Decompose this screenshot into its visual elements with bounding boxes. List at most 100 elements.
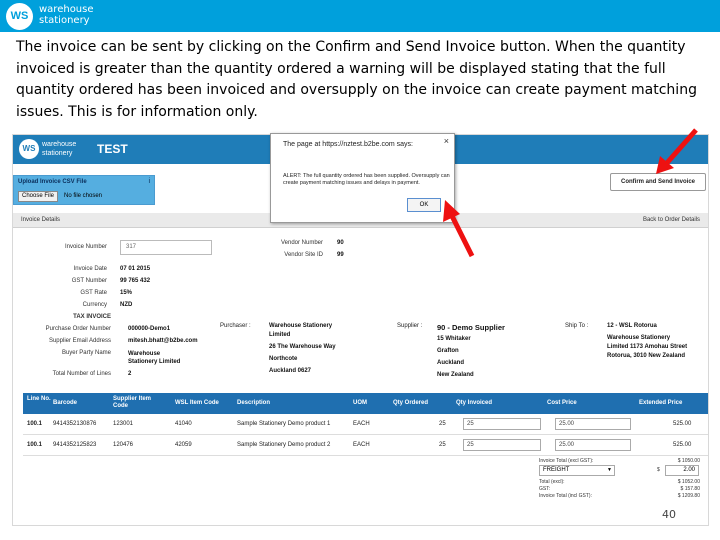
- qty-ordered: 25: [439, 421, 446, 427]
- extended-price: 525.00: [673, 421, 692, 427]
- field-value: 000000-Demo1: [128, 326, 171, 332]
- table-row: 100.1 9414352130876 123001 41040 Sample …: [23, 415, 708, 435]
- brand-name: warehouse stationery: [39, 4, 94, 26]
- description: Sample Stationery Demo product 1: [237, 421, 331, 427]
- total-excl-value: $ 1052.00: [677, 479, 700, 485]
- supplier-line: 15 Whitaker: [437, 336, 471, 342]
- charge-type-value: FREIGHT: [543, 467, 570, 473]
- upload-title: Upload Invoice CSV File: [18, 179, 87, 185]
- brand-line-1: warehouse: [39, 4, 94, 15]
- barcode: 9414352125823: [53, 442, 97, 448]
- line-number: 100.1: [27, 442, 43, 448]
- invoice-number-label: Invoice Number: [64, 244, 107, 250]
- purchaser-line: Auckland 0627: [269, 368, 312, 374]
- column-header: Qty Ordered: [393, 400, 429, 406]
- app-brand: warehouse stationery: [42, 140, 76, 158]
- supplier-item-code: 123001: [113, 421, 134, 427]
- qty-invoiced-input[interactable]: 25: [463, 418, 541, 430]
- field-label: Supplier Email Address: [48, 338, 111, 344]
- field-label: Invoice Date: [73, 266, 107, 272]
- dialog-message: ALERT: The full quantity ordered has bee…: [283, 173, 450, 186]
- field-label: GST Number: [71, 278, 107, 284]
- upload-csv-panel: Upload Invoice CSV File i Choose File No…: [13, 175, 155, 205]
- pointer-arrow-icon: [443, 200, 475, 258]
- info-icon[interactable]: i: [148, 178, 150, 185]
- supplier-line: New Zealand: [437, 372, 474, 378]
- vendor-site-label: Vendor Site ID: [284, 252, 323, 258]
- invoice-total-excl-label: Invoice Total (excl GST):: [539, 458, 594, 464]
- app-brand-line-2: stationery: [42, 150, 73, 157]
- ws-logo-icon: WS: [6, 3, 33, 30]
- environment-label: TEST: [97, 142, 128, 156]
- cost-price-input[interactable]: 25.00: [555, 418, 631, 430]
- wsl-item-code: 42059: [175, 442, 192, 448]
- column-header: UOM: [353, 400, 367, 406]
- choose-file-button[interactable]: Choose File: [18, 191, 59, 202]
- purchaser-line: Limited: [269, 332, 291, 338]
- invoice-total-incl-value: $ 1209.80: [677, 493, 700, 499]
- page-number: 40: [662, 508, 676, 521]
- vendor-number-label: Vendor Number: [280, 240, 323, 246]
- ship-to-name: 12 - WSL Rotorua: [607, 323, 657, 329]
- column-header: Extended Price: [639, 400, 683, 406]
- freight-currency: $: [657, 467, 660, 473]
- vendor-number-value: 90: [337, 240, 344, 246]
- field-value: 99 765 432: [120, 278, 151, 284]
- total-excl-label: Total (excl):: [539, 479, 565, 485]
- supplier-label: Supplier :: [397, 323, 423, 329]
- purchaser-label: Purchaser :: [220, 323, 251, 329]
- field-value: 07 01 2015: [120, 266, 151, 272]
- cost-price-input[interactable]: 25.00: [555, 439, 631, 451]
- slide-header: WS warehouse stationery: [0, 0, 720, 32]
- qty-invoiced-input[interactable]: 25: [463, 439, 541, 451]
- supplier-line: Auckland: [437, 360, 465, 366]
- field-label: Currency: [82, 302, 107, 308]
- dialog-title: The page at https://nztest.b2be.com says…: [283, 141, 413, 148]
- close-icon[interactable]: ×: [444, 136, 449, 146]
- purchaser-line: Northcote: [269, 356, 298, 362]
- table-row: 100.1 9414352125823 120476 42059 Sample …: [23, 436, 708, 456]
- freight-amount-input[interactable]: 2.00: [665, 465, 699, 476]
- back-to-order-details-link[interactable]: Back to Order Details: [643, 217, 700, 223]
- invoice-details-title: Invoice Details: [21, 217, 61, 223]
- alert-dialog: The page at https://nztest.b2be.com says…: [270, 133, 455, 223]
- supplier-line: Grafton: [437, 348, 459, 354]
- uom: EACH: [353, 442, 370, 448]
- supplier-item-code: 120476: [113, 442, 134, 448]
- field-value: 15%: [120, 290, 133, 296]
- invoice-total-excl-value: $ 1050.00: [677, 458, 700, 464]
- field-value: Warehouse Stationery Limited: [128, 351, 181, 365]
- invoice-lines-header: Line No. Barcode Supplier Item Code WSL …: [23, 393, 708, 414]
- qty-ordered: 25: [439, 442, 446, 448]
- line-number: 100.1: [27, 421, 43, 427]
- pointer-arrow-icon: [656, 128, 698, 174]
- app-brand-line-1: warehouse: [42, 141, 77, 148]
- app-logo-icon: WS: [19, 139, 39, 159]
- tax-invoice-heading: TAX INVOICE: [73, 314, 111, 320]
- ship-to-line: Limited 1173 Amohau Street: [607, 344, 688, 350]
- field-label: GST Rate: [80, 290, 107, 296]
- charge-type-select[interactable]: FREIGHT ▼: [539, 465, 615, 476]
- gst-value: $ 157.80: [680, 486, 700, 492]
- gst-label: GST:: [539, 486, 551, 492]
- no-file-label: No file chosen: [64, 193, 103, 199]
- brand-line-2: stationery: [39, 15, 90, 26]
- supplier-name: 90 - Demo Supplier: [437, 323, 505, 332]
- instruction-paragraph: The invoice can be sent by clicking on t…: [16, 39, 697, 120]
- uom: EACH: [353, 421, 370, 427]
- ok-button[interactable]: OK: [407, 198, 441, 212]
- field-label: Buyer Party Name: [61, 350, 111, 356]
- ship-to-line: Warehouse Stationery: [607, 335, 671, 341]
- chevron-down-icon: ▼: [607, 467, 612, 473]
- wsl-item-code: 41040: [175, 421, 192, 427]
- column-header: WSL Item Code: [175, 400, 219, 406]
- column-header: Barcode: [53, 400, 78, 406]
- invoice-total-incl-label: Invoice Total (incl GST):: [539, 493, 592, 499]
- invoice-number-input[interactable]: 317: [120, 240, 212, 255]
- vendor-site-value: 99: [337, 252, 344, 258]
- field-label: Total Number of Lines: [52, 371, 111, 377]
- purchaser-line: 26 The Warehouse Way: [269, 344, 336, 350]
- field-label: Purchase Order Number: [45, 326, 111, 332]
- ship-to-label: Ship To :: [565, 323, 589, 329]
- ship-to-line: Rotorua, 3010 New Zealand: [607, 353, 686, 359]
